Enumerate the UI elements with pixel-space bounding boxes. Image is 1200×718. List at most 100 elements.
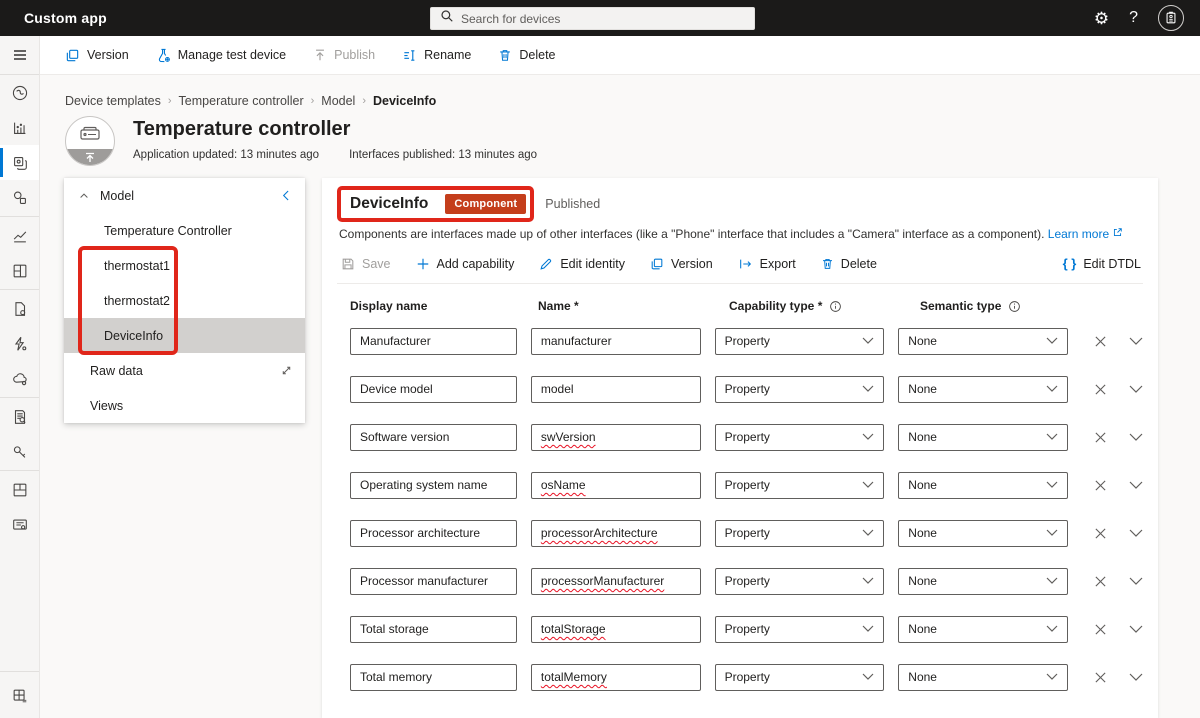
remove-row-icon[interactable]: [1094, 431, 1107, 444]
save-button[interactable]: Save: [341, 257, 391, 271]
capability-type-dropdown[interactable]: Property: [715, 520, 885, 547]
version-button[interactable]: Version: [65, 48, 129, 63]
tree-header-model[interactable]: Model: [64, 178, 305, 213]
remove-row-icon[interactable]: [1094, 623, 1107, 636]
display-name-input[interactable]: Manufacturer: [350, 328, 517, 355]
nav-customization-icon[interactable]: [0, 507, 39, 542]
help-icon[interactable]: ?: [1129, 9, 1138, 27]
expand-row-chevron-icon[interactable]: [1129, 673, 1143, 682]
search-input[interactable]: [461, 12, 731, 26]
semantic-type-dropdown[interactable]: None: [898, 520, 1068, 547]
capability-type-dropdown[interactable]: Property: [715, 424, 885, 451]
nav-overview-icon[interactable]: [0, 75, 39, 110]
settings-gear-icon[interactable]: ⚙: [1094, 10, 1109, 27]
collapse-panel-icon[interactable]: [280, 189, 293, 202]
tree-item-temperature-controller[interactable]: Temperature Controller: [64, 213, 305, 248]
add-capability-button[interactable]: Add capability: [416, 257, 515, 271]
chevron-down-icon: [862, 577, 874, 585]
nav-api-tokens-icon[interactable]: [0, 434, 39, 469]
remove-row-icon[interactable]: [1094, 671, 1107, 684]
capability-type-dropdown[interactable]: Property: [715, 328, 885, 355]
edit-identity-button[interactable]: Edit identity: [539, 257, 625, 271]
remove-row-icon[interactable]: [1094, 335, 1107, 348]
nav-jobs-icon[interactable]: [0, 291, 39, 326]
display-name-input[interactable]: Processor architecture: [350, 520, 517, 547]
display-name-input[interactable]: Total memory: [350, 664, 517, 691]
tree-item-thermostat1[interactable]: thermostat1: [64, 248, 305, 283]
display-name-input[interactable]: Device model: [350, 376, 517, 403]
name-input[interactable]: manufacturer: [531, 328, 701, 355]
export-button[interactable]: Export: [738, 257, 796, 271]
nav-analytics-icon[interactable]: [0, 218, 39, 253]
expand-row-chevron-icon[interactable]: [1129, 433, 1143, 442]
semantic-type-dropdown[interactable]: None: [898, 424, 1068, 451]
nav-device-templates-icon[interactable]: [0, 145, 39, 180]
semantic-type-dropdown[interactable]: None: [898, 472, 1068, 499]
semantic-type-dropdown[interactable]: None: [898, 328, 1068, 355]
user-avatar[interactable]: [1158, 5, 1184, 31]
version-button-panel[interactable]: Version: [650, 257, 713, 271]
display-name-input[interactable]: Total storage: [350, 616, 517, 643]
header-display-name: Display name: [350, 299, 538, 313]
nav-app-switcher-icon[interactable]: [0, 673, 39, 718]
expand-row-chevron-icon[interactable]: [1129, 385, 1143, 394]
nav-audit-log-icon[interactable]: [0, 399, 39, 434]
capability-row: Processor architecture processorArchitec…: [350, 519, 1143, 547]
name-input[interactable]: processorArchitecture: [531, 520, 701, 547]
capability-type-dropdown[interactable]: Property: [715, 568, 885, 595]
semantic-type-dropdown[interactable]: None: [898, 616, 1068, 643]
expand-diagonal-icon[interactable]: [280, 364, 293, 377]
tree-item-views[interactable]: Views: [64, 388, 305, 423]
name-input[interactable]: processorManufacturer: [531, 568, 701, 595]
info-icon[interactable]: [829, 300, 842, 313]
nav-devices-icon[interactable]: [0, 180, 39, 215]
rename-button[interactable]: Rename: [402, 48, 471, 63]
publish-button[interactable]: Publish: [313, 48, 375, 62]
capability-type-dropdown[interactable]: Property: [715, 664, 885, 691]
semantic-type-dropdown[interactable]: None: [898, 568, 1068, 595]
expand-row-chevron-icon[interactable]: [1129, 625, 1143, 634]
expand-row-chevron-icon[interactable]: [1129, 529, 1143, 538]
nav-dashboards-icon[interactable]: [0, 253, 39, 288]
name-input[interactable]: model: [531, 376, 701, 403]
tree-item-thermostat2[interactable]: thermostat2: [64, 283, 305, 318]
expand-row-chevron-icon[interactable]: [1129, 577, 1143, 586]
remove-row-icon[interactable]: [1094, 527, 1107, 540]
nav-rules-icon[interactable]: [0, 326, 39, 361]
breadcrumb-device-templates[interactable]: Device templates: [65, 94, 161, 108]
name-input[interactable]: totalStorage: [531, 616, 701, 643]
display-name-input[interactable]: Processor manufacturer: [350, 568, 517, 595]
edit-dtdl-button[interactable]: { } Edit DTDL: [1063, 256, 1141, 271]
capability-row: Processor manufacturer processorManufact…: [350, 567, 1143, 595]
expand-row-chevron-icon[interactable]: [1129, 337, 1143, 346]
remove-row-icon[interactable]: [1094, 383, 1107, 396]
name-input[interactable]: swVersion: [531, 424, 701, 451]
semantic-type-dropdown[interactable]: None: [898, 376, 1068, 403]
manage-test-device-button[interactable]: Manage test device: [156, 48, 286, 63]
breadcrumb-model[interactable]: Model: [321, 94, 355, 108]
capability-type-dropdown[interactable]: Property: [715, 376, 885, 403]
breadcrumb-temperature-controller[interactable]: Temperature controller: [179, 94, 304, 108]
info-icon[interactable]: [1008, 300, 1021, 313]
display-name-input[interactable]: Operating system name: [350, 472, 517, 499]
remove-row-icon[interactable]: [1094, 479, 1107, 492]
nav-data-export-icon[interactable]: [0, 361, 39, 396]
name-input[interactable]: osName: [531, 472, 701, 499]
tree-item-deviceinfo[interactable]: DeviceInfo: [64, 318, 305, 353]
capability-row: Total memory totalMemory Property None: [350, 663, 1143, 691]
expand-row-chevron-icon[interactable]: [1129, 481, 1143, 490]
capability-type-dropdown[interactable]: Property: [715, 472, 885, 499]
learn-more-link[interactable]: Learn more: [1048, 227, 1109, 241]
semantic-type-dropdown[interactable]: None: [898, 664, 1068, 691]
delete-button[interactable]: Delete: [498, 48, 555, 62]
delete-capability-button[interactable]: Delete: [821, 257, 877, 271]
display-name-input[interactable]: Software version: [350, 424, 517, 451]
capability-type-dropdown[interactable]: Property: [715, 616, 885, 643]
nav-app-layout-icon[interactable]: [0, 472, 39, 507]
remove-row-icon[interactable]: [1094, 575, 1107, 588]
name-input[interactable]: totalMemory: [531, 664, 701, 691]
device-search-box[interactable]: [430, 7, 755, 30]
hamburger-menu-icon[interactable]: [0, 36, 39, 75]
nav-usage-icon[interactable]: [0, 110, 39, 145]
tree-item-raw-data[interactable]: Raw data: [64, 353, 305, 388]
